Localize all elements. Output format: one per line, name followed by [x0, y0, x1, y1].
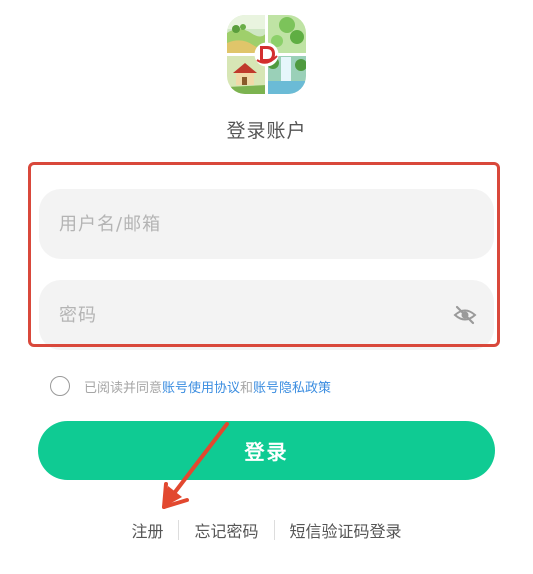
- app-logo-icon: [227, 15, 306, 94]
- agreement-checkbox[interactable]: [50, 376, 70, 396]
- privacy-policy-link[interactable]: 账号隐私政策: [253, 377, 331, 396]
- agreement-and: 和: [240, 380, 254, 396]
- user-agreement-link[interactable]: 账号使用协议: [162, 377, 240, 396]
- bottom-links: 注册 忘记密码 短信验证码登录: [0, 518, 533, 542]
- divider: [273, 520, 275, 540]
- login-button[interactable]: 登录: [38, 421, 495, 480]
- annotation-highlight-box: [28, 162, 500, 347]
- forgot-password-link[interactable]: 忘记密码: [194, 518, 258, 542]
- divider: [178, 520, 180, 540]
- register-link[interactable]: 注册: [131, 518, 163, 542]
- agreement-prefix: 已阅读并同意: [84, 380, 163, 396]
- agreement-row: 已阅读并同意 账号使用协议 和 账号隐私政策: [50, 374, 331, 398]
- page-title: 登录账户: [226, 120, 307, 142]
- sms-login-link[interactable]: 短信验证码登录: [290, 518, 402, 542]
